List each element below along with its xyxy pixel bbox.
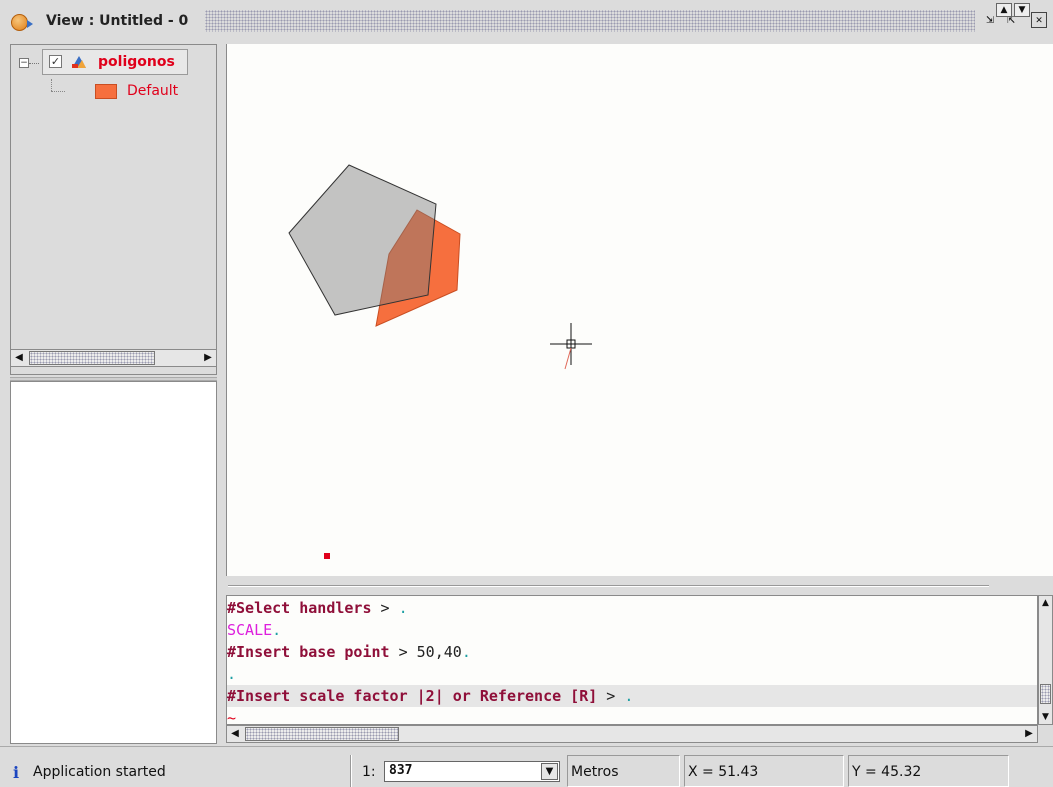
scaled-preview-polygon bbox=[288, 164, 437, 316]
polygon-layer-icon bbox=[72, 56, 86, 68]
tree-connector bbox=[51, 79, 52, 91]
tree-connector bbox=[29, 63, 39, 64]
console-horizontal-scrollbar[interactable]: ◀ ▶ bbox=[226, 725, 1038, 743]
console-header bbox=[226, 577, 1053, 595]
console-line: #Insert base point > 50,40. bbox=[227, 643, 471, 661]
scroll-right-icon[interactable]: ▶ bbox=[200, 350, 216, 366]
legend-label: Default bbox=[127, 83, 179, 99]
toc-panel: − ✓ poligonos Default bbox=[10, 44, 217, 375]
globe-icon bbox=[11, 14, 33, 31]
locator-map[interactable] bbox=[10, 381, 217, 744]
scale-combo[interactable]: 837 ▼ bbox=[384, 761, 560, 782]
title-bar-grip bbox=[205, 10, 975, 32]
info-icon: i bbox=[13, 763, 20, 782]
x-coordinate: X = 51.43 bbox=[684, 755, 844, 787]
units-field: Metros bbox=[567, 755, 680, 787]
layer-visibility-checkbox[interactable]: ✓ bbox=[49, 55, 62, 68]
console-vertical-scrollbar[interactable]: ▲ ▼ bbox=[1038, 595, 1053, 725]
scroll-thumb[interactable] bbox=[245, 727, 399, 741]
layer-name: poligonos bbox=[98, 54, 175, 70]
close-icon[interactable]: ✕ bbox=[1031, 12, 1047, 28]
console-line: SCALE. bbox=[227, 621, 282, 639]
console-line: . bbox=[227, 665, 237, 683]
status-message: Application started bbox=[33, 764, 166, 780]
base-point-handler[interactable] bbox=[324, 553, 330, 559]
scroll-up-icon[interactable]: ▲ bbox=[1039, 596, 1052, 610]
scale-value[interactable]: 837 bbox=[389, 763, 412, 778]
scroll-down-icon[interactable]: ▼ bbox=[1039, 710, 1052, 724]
y-coordinate: Y = 45.32 bbox=[848, 755, 1009, 787]
chevron-down-icon[interactable]: ▼ bbox=[541, 763, 558, 780]
toc-horizontal-scrollbar[interactable]: ◀ ▶ bbox=[10, 349, 217, 367]
scale-prefix: 1: bbox=[362, 764, 376, 780]
console-current-line[interactable]: #Insert scale factor |2| or Reference [R… bbox=[227, 685, 1037, 707]
command-console[interactable]: #Select handlers > . SCALE. #Insert base… bbox=[226, 595, 1038, 725]
scroll-left-icon[interactable]: ◀ bbox=[11, 350, 27, 366]
status-bar: i Application started 1: 837 ▼ Metros X … bbox=[0, 746, 1053, 787]
console-collapse-down-icon[interactable]: ▼ bbox=[1014, 3, 1030, 17]
console-header-rule bbox=[228, 585, 989, 587]
legend-swatch bbox=[95, 84, 117, 99]
map-canvas[interactable] bbox=[226, 44, 1053, 576]
console-line: #Select handlers > . bbox=[227, 599, 408, 617]
window-title: View : Untitled - 0 bbox=[46, 13, 189, 29]
scroll-thumb[interactable] bbox=[29, 351, 155, 365]
map-drawing bbox=[288, 164, 592, 559]
view-window: View : Untitled - 0 ⇲ ⇱ ✕ − ✓ poligonos … bbox=[0, 0, 1053, 787]
scroll-thumb[interactable] bbox=[1040, 684, 1051, 704]
layer-node-poligonos[interactable]: ✓ poligonos bbox=[42, 49, 188, 75]
crosshair-icon bbox=[550, 323, 592, 370]
vertical-splitter[interactable] bbox=[217, 44, 226, 744]
title-bar[interactable]: View : Untitled - 0 ⇲ ⇱ ✕ bbox=[0, 0, 1053, 42]
scroll-left-icon[interactable]: ◀ bbox=[227, 726, 243, 742]
scroll-right-icon[interactable]: ▶ bbox=[1021, 726, 1037, 742]
console-collapse-up-icon[interactable]: ▲ bbox=[996, 3, 1012, 17]
console-line: ~ bbox=[227, 709, 237, 725]
tree-connector bbox=[51, 91, 65, 92]
collapse-node-icon[interactable]: − bbox=[19, 58, 29, 68]
status-separator bbox=[350, 755, 352, 787]
